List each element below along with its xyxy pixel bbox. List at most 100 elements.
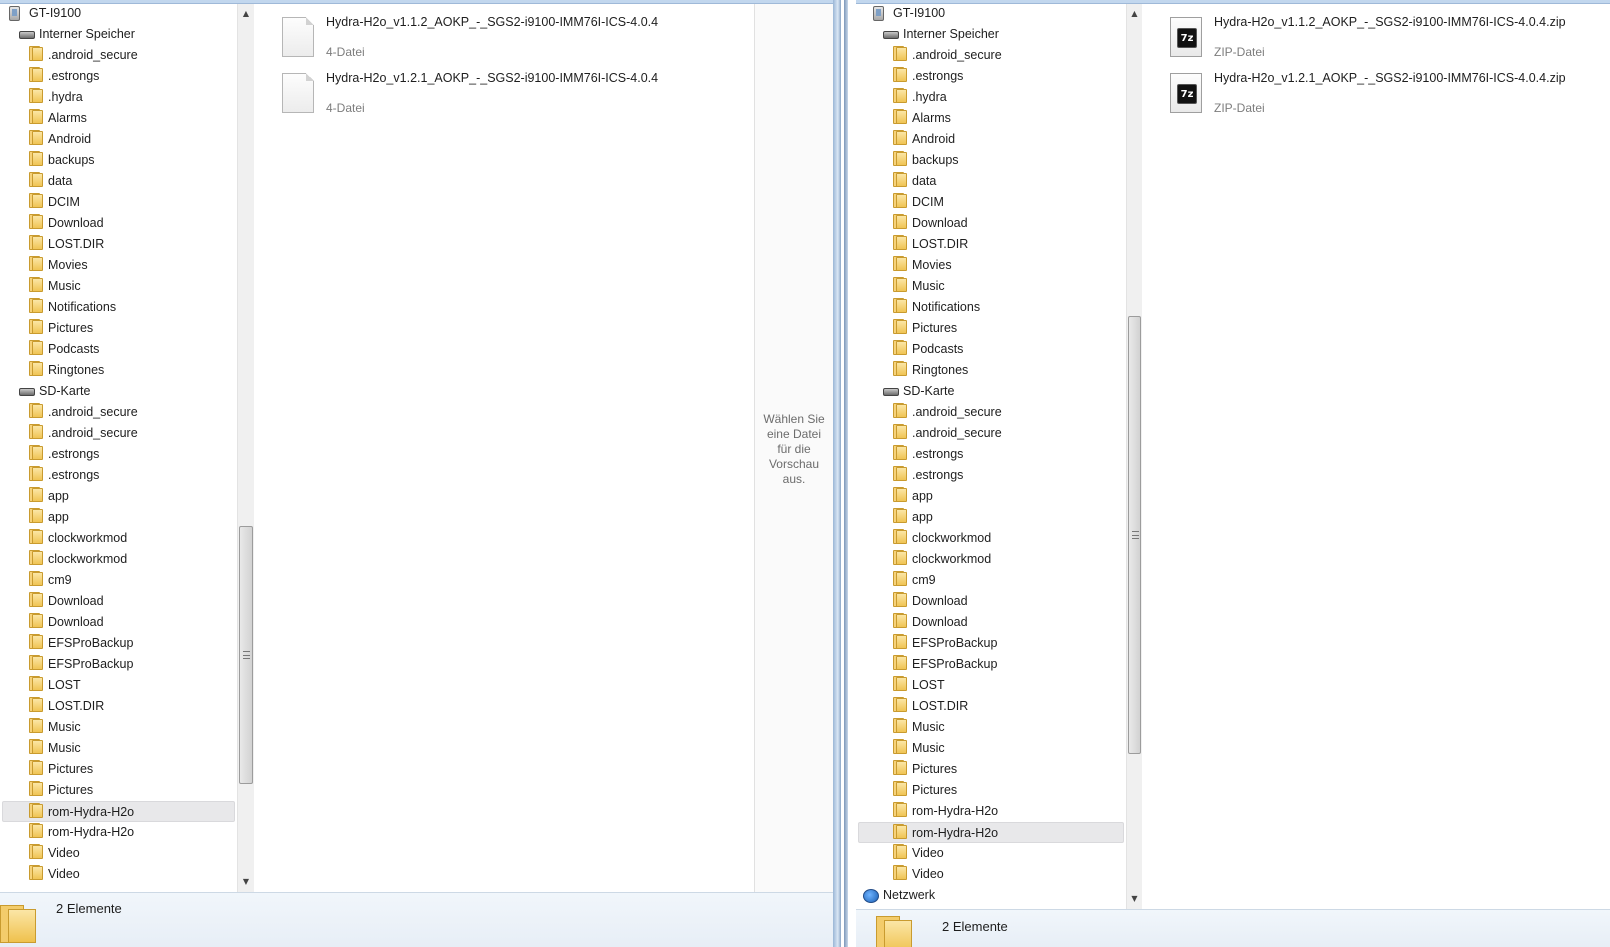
tree-item-estrongs[interactable]: .estrongs: [856, 444, 1126, 465]
scroll-down-arrow-icon[interactable]: ▼: [1127, 892, 1142, 906]
tree-item-rom-hydra-h2o[interactable]: rom-Hydra-H2o: [2, 801, 235, 822]
file-list[interactable]: Hydra-H2o_v1.1.2_AOKP_-_SGS2-i9100-IMM76…: [254, 4, 754, 892]
tree-item-android-secure[interactable]: .android_secure: [856, 423, 1126, 444]
scroll-thumb[interactable]: [1128, 316, 1141, 754]
tree-item-gt-i9100[interactable]: GT-I9100: [856, 4, 1126, 24]
tree-item-estrongs[interactable]: .estrongs: [0, 66, 237, 87]
tree-item-pictures[interactable]: Pictures: [0, 318, 237, 339]
scroll-thumb[interactable]: [239, 526, 253, 784]
tree-item-download[interactable]: Download: [0, 612, 237, 633]
navigation-tree[interactable]: GT-I9100 Interner Speicher .android_secure…: [856, 4, 1126, 909]
tree-item-rom-hydra-h2o[interactable]: rom-Hydra-H2o: [858, 822, 1124, 843]
tree-item-data[interactable]: data: [856, 171, 1126, 192]
tree-item-rom-hydra-h2o[interactable]: rom-Hydra-H2o: [0, 822, 237, 843]
tree-item-video[interactable]: Video: [0, 864, 237, 885]
tree-item-lost[interactable]: LOST: [0, 675, 237, 696]
tree-item-music[interactable]: Music: [856, 717, 1126, 738]
tree-item-hydra[interactable]: .hydra: [856, 87, 1126, 108]
tree-item-sd-karte[interactable]: SD-Karte: [856, 381, 1126, 402]
tree-item-android[interactable]: Android: [0, 129, 237, 150]
tree-item-download[interactable]: Download: [0, 213, 237, 234]
tree-item-podcasts[interactable]: Podcasts: [0, 339, 237, 360]
file-list[interactable]: 7z Hydra-H2o_v1.1.2_AOKP_-_SGS2-i9100-IM…: [1142, 4, 1610, 909]
tree-item-lost-dir[interactable]: LOST.DIR: [0, 234, 237, 255]
tree-item-backups[interactable]: backups: [856, 150, 1126, 171]
tree-item-android-secure[interactable]: .android_secure: [856, 402, 1126, 423]
tree-item-gt-i9100[interactable]: GT-I9100: [0, 4, 237, 24]
tree-item-notifications[interactable]: Notifications: [0, 297, 237, 318]
tree-item-ringtones[interactable]: Ringtones: [856, 360, 1126, 381]
tree-item-lost-dir[interactable]: LOST.DIR: [856, 696, 1126, 717]
tree-item-lost-dir[interactable]: LOST.DIR: [856, 234, 1126, 255]
tree-item-pictures[interactable]: Pictures: [856, 759, 1126, 780]
tree-item-clockworkmod[interactable]: clockworkmod: [0, 549, 237, 570]
scroll-up-arrow-icon[interactable]: ▲: [1127, 7, 1142, 21]
tree-item-lost-dir[interactable]: LOST.DIR: [0, 696, 237, 717]
tree-item-music[interactable]: Music: [856, 276, 1126, 297]
file-item[interactable]: 7z Hydra-H2o_v1.1.2_AOKP_-_SGS2-i9100-IM…: [1170, 15, 1590, 65]
tree-item-estrongs[interactable]: .estrongs: [0, 465, 237, 486]
tree-item-clockworkmod[interactable]: clockworkmod: [0, 528, 237, 549]
tree-item-music[interactable]: Music: [0, 738, 237, 759]
tree-item-app[interactable]: app: [856, 486, 1126, 507]
tree-item-alarms[interactable]: Alarms: [856, 108, 1126, 129]
tree-item-efsprobackup[interactable]: EFSProBackup: [0, 633, 237, 654]
tree-item-app[interactable]: app: [0, 486, 237, 507]
file-item[interactable]: Hydra-H2o_v1.1.2_AOKP_-_SGS2-i9100-IMM76…: [282, 15, 702, 65]
tree-item-android[interactable]: Android: [856, 129, 1126, 150]
tree-item-cm9[interactable]: cm9: [856, 570, 1126, 591]
tree-item-backups[interactable]: backups: [0, 150, 237, 171]
tree-item-estrongs[interactable]: .estrongs: [856, 66, 1126, 87]
tree-item-interner-speicher[interactable]: Interner Speicher: [0, 24, 237, 45]
tree-scrollbar[interactable]: ▲ ▼: [237, 4, 254, 892]
tree-item-data[interactable]: data: [0, 171, 237, 192]
tree-item-download[interactable]: Download: [856, 612, 1126, 633]
tree-item-cm9[interactable]: cm9: [0, 570, 237, 591]
tree-item-notifications[interactable]: Notifications: [856, 297, 1126, 318]
tree-item-music[interactable]: Music: [0, 717, 237, 738]
tree-item-android-secure[interactable]: .android_secure: [0, 45, 237, 66]
tree-item-dcim[interactable]: DCIM: [0, 192, 237, 213]
tree-item-video[interactable]: Video: [856, 864, 1126, 885]
file-item[interactable]: Hydra-H2o_v1.2.1_AOKP_-_SGS2-i9100-IMM76…: [282, 71, 702, 121]
tree-item-download[interactable]: Download: [856, 213, 1126, 234]
navigation-tree[interactable]: GT-I9100 Interner Speicher .android_secure…: [0, 4, 237, 892]
tree-item-clockworkmod[interactable]: clockworkmod: [856, 528, 1126, 549]
tree-item-music[interactable]: Music: [856, 738, 1126, 759]
tree-item-pictures[interactable]: Pictures: [856, 318, 1126, 339]
tree-scrollbar[interactable]: ▲ ▼: [1126, 4, 1142, 909]
tree-item-efsprobackup[interactable]: EFSProBackup: [0, 654, 237, 675]
tree-item-android-secure[interactable]: .android_secure: [0, 402, 237, 423]
tree-item-dcim[interactable]: DCIM: [856, 192, 1126, 213]
tree-item-pictures[interactable]: Pictures: [856, 780, 1126, 801]
tree-item-movies[interactable]: Movies: [0, 255, 237, 276]
tree-item-video[interactable]: Video: [856, 843, 1126, 864]
tree-item-estrongs[interactable]: .estrongs: [0, 444, 237, 465]
tree-item-clockworkmod[interactable]: clockworkmod: [856, 549, 1126, 570]
tree-item-download[interactable]: Download: [856, 591, 1126, 612]
tree-item-video[interactable]: Video: [0, 843, 237, 864]
tree-item-hydra[interactable]: .hydra: [0, 87, 237, 108]
tree-item-alarms[interactable]: Alarms: [0, 108, 237, 129]
tree-item-movies[interactable]: Movies: [856, 255, 1126, 276]
tree-item-interner-speicher[interactable]: Interner Speicher: [856, 24, 1126, 45]
tree-item-netzwerk[interactable]: Netzwerk: [856, 885, 1126, 906]
tree-item-lost[interactable]: LOST: [856, 675, 1126, 696]
tree-item-rom-hydra-h2o[interactable]: rom-Hydra-H2o: [856, 801, 1126, 822]
tree-item-podcasts[interactable]: Podcasts: [856, 339, 1126, 360]
tree-item-android-secure[interactable]: .android_secure: [856, 45, 1126, 66]
scroll-down-arrow-icon[interactable]: ▼: [238, 875, 254, 889]
tree-item-android-secure[interactable]: .android_secure: [0, 423, 237, 444]
scroll-up-arrow-icon[interactable]: ▲: [238, 7, 254, 21]
file-item[interactable]: 7z Hydra-H2o_v1.2.1_AOKP_-_SGS2-i9100-IM…: [1170, 71, 1590, 121]
tree-item-pictures[interactable]: Pictures: [0, 780, 237, 801]
tree-item-sd-karte[interactable]: SD-Karte: [0, 381, 237, 402]
tree-item-app[interactable]: app: [856, 507, 1126, 528]
tree-item-download[interactable]: Download: [0, 591, 237, 612]
tree-item-ringtones[interactable]: Ringtones: [0, 360, 237, 381]
tree-item-music[interactable]: Music: [0, 276, 237, 297]
tree-item-estrongs[interactable]: .estrongs: [856, 465, 1126, 486]
tree-item-app[interactable]: app: [0, 507, 237, 528]
tree-item-efsprobackup[interactable]: EFSProBackup: [856, 654, 1126, 675]
tree-item-efsprobackup[interactable]: EFSProBackup: [856, 633, 1126, 654]
